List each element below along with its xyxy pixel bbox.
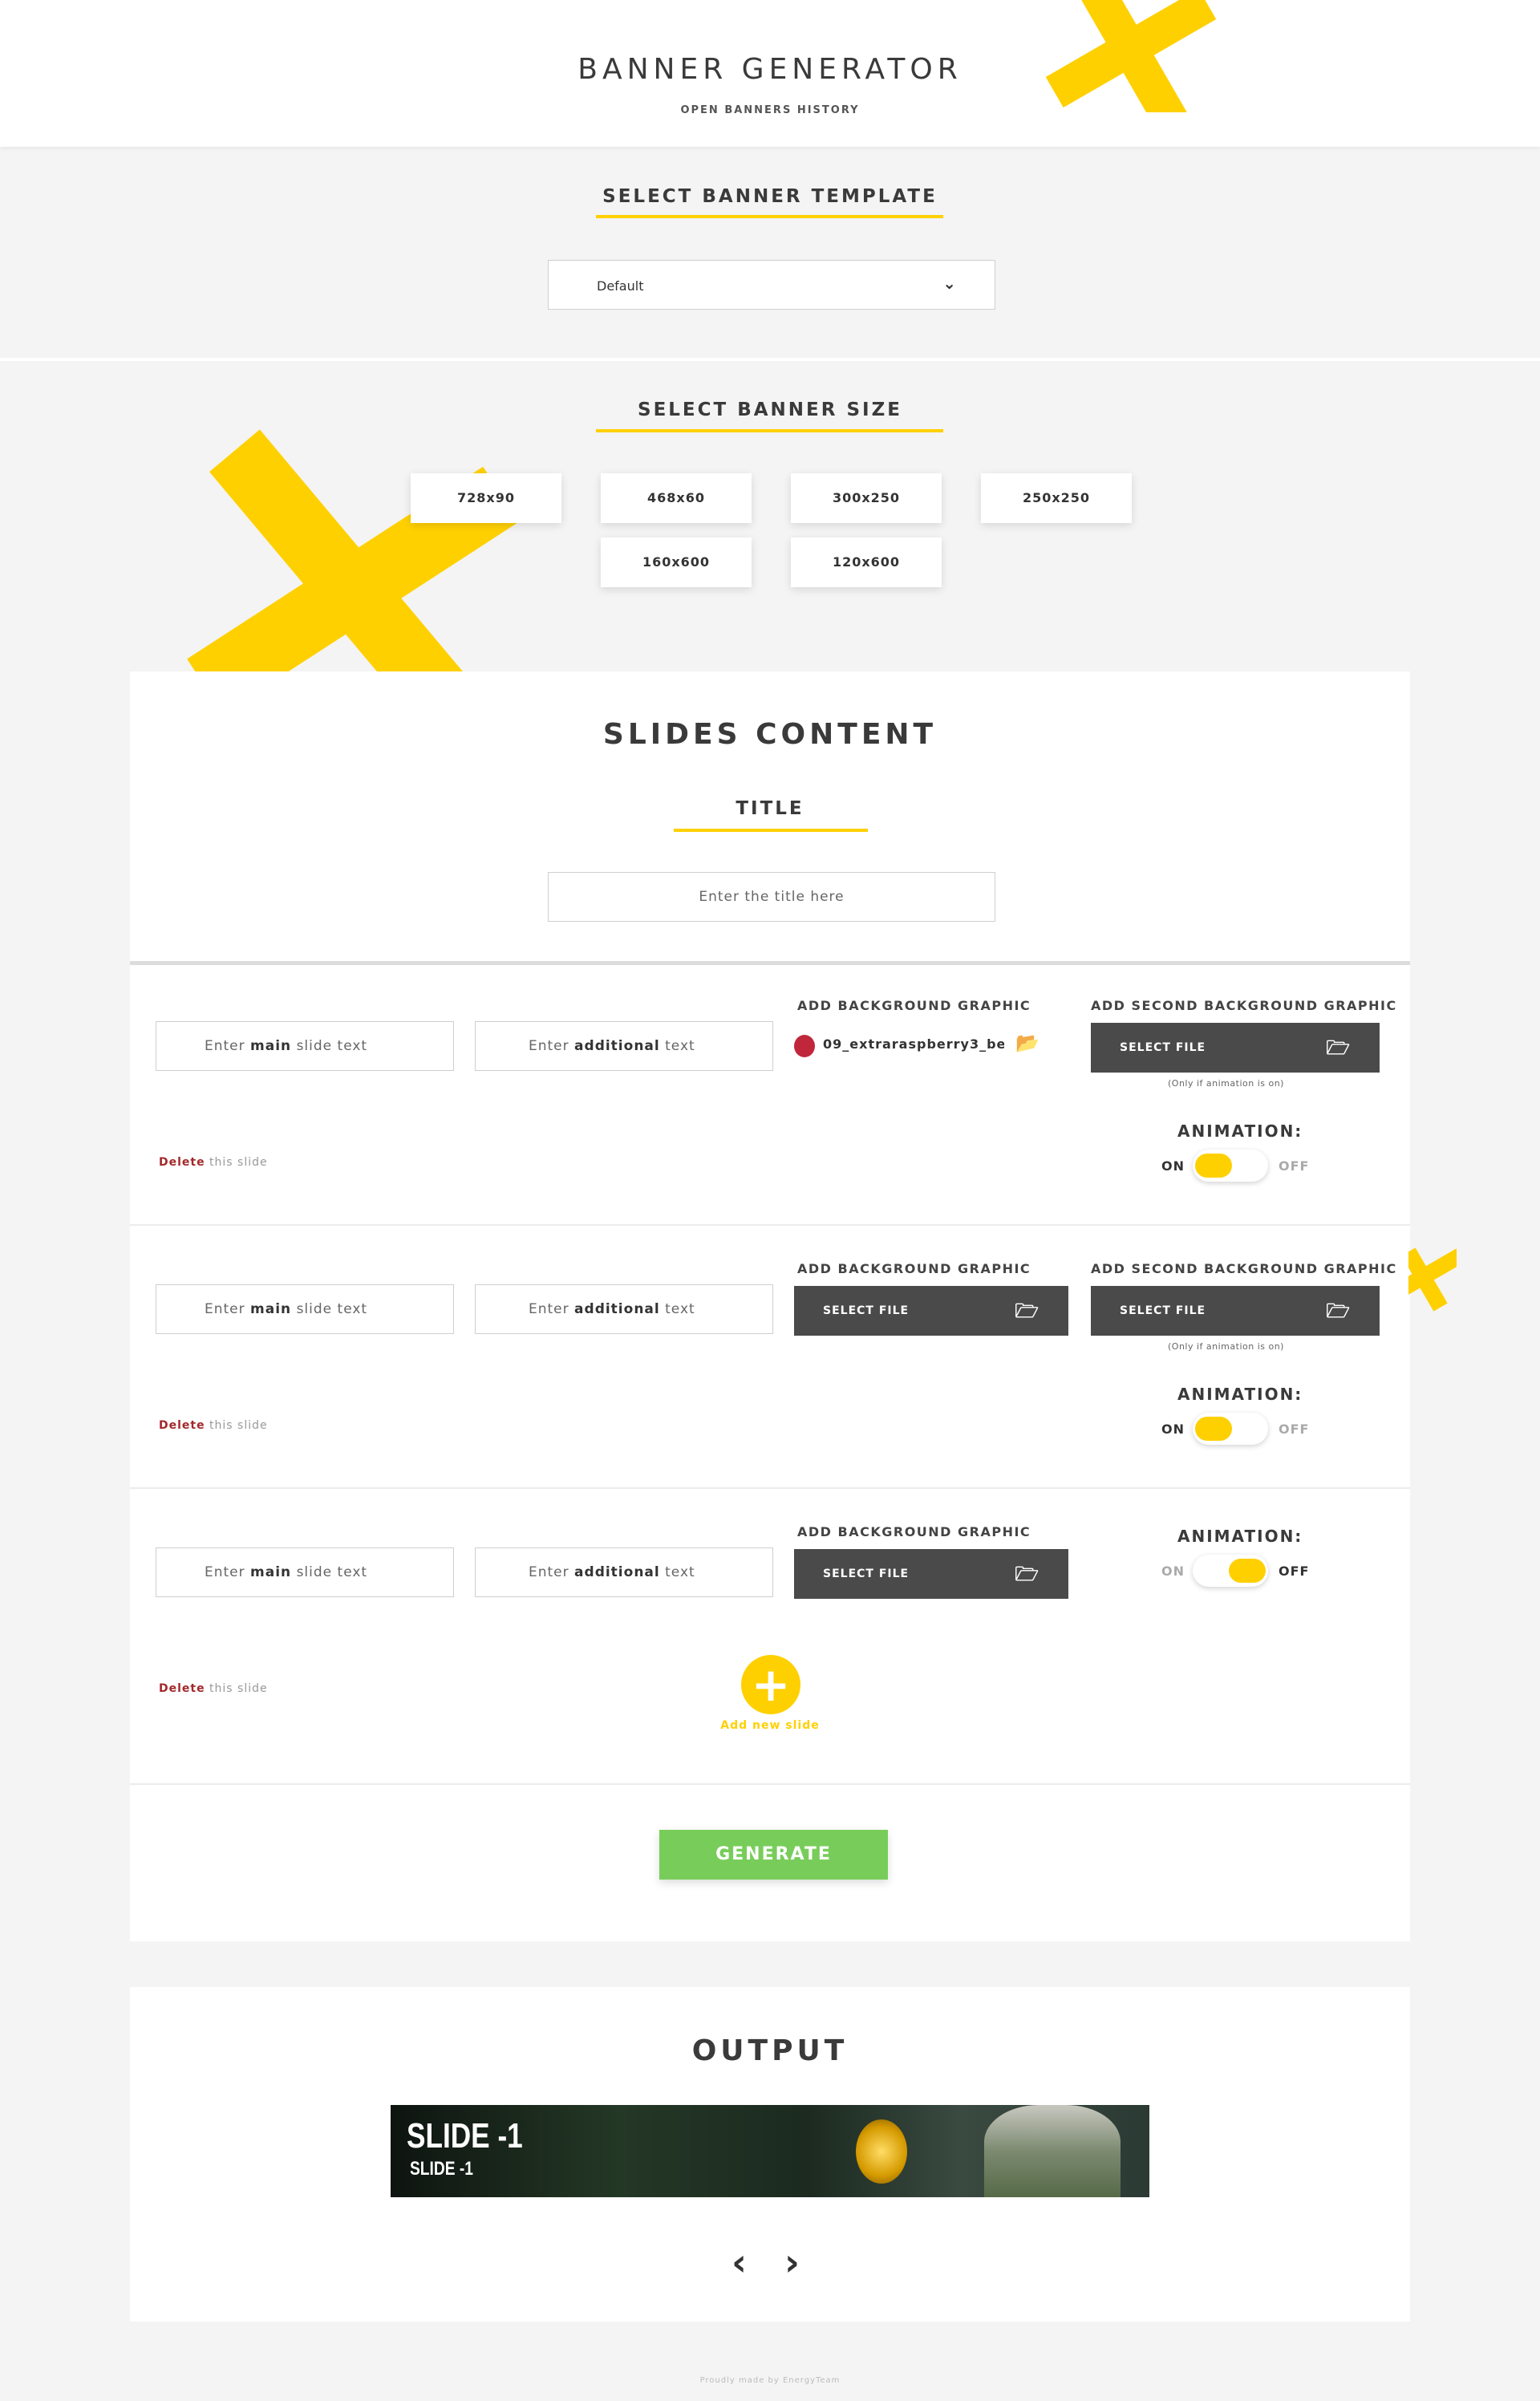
folder-icon: 🗁 bbox=[1326, 1036, 1351, 1059]
slide-divider bbox=[130, 1224, 1410, 1226]
slide-2-animation-label: ANIMATION: bbox=[1177, 1385, 1303, 1404]
header: BANNER GENERATOR OPEN BANNERS HISTORY bbox=[0, 0, 1540, 147]
size-option-250x250[interactable]: 250x250 bbox=[981, 473, 1132, 523]
size-option-120x600[interactable]: 120x600 bbox=[791, 537, 942, 587]
add-slide-label[interactable]: Add new slide bbox=[690, 1719, 850, 1732]
title-input[interactable]: Enter the title here bbox=[548, 872, 995, 922]
size-option-468x60[interactable]: 468x60 bbox=[601, 473, 752, 523]
slide-3-main-text-input[interactable]: Enter main slide text bbox=[156, 1547, 454, 1597]
app-title: BANNER GENERATOR bbox=[578, 53, 962, 86]
template-selected-value: Default bbox=[597, 278, 644, 294]
template-select[interactable]: Default ⌄ bbox=[548, 260, 995, 310]
slide-3-animation-off-label: OFF bbox=[1279, 1563, 1310, 1579]
folder-icon: 🗁 bbox=[1015, 1563, 1040, 1585]
output-banner-preview: SLIDE -1 SLIDE -1 bbox=[391, 2105, 1149, 2197]
banner-subtitle: SLIDE -1 bbox=[410, 2158, 473, 2180]
slide-1-second-bg-label: ADD SECOND BACKGROUND GRAPHIC bbox=[1091, 998, 1397, 1013]
size-option-300x250[interactable]: 300x250 bbox=[791, 473, 942, 523]
slide-2-bg-label: ADD BACKGROUND GRAPHIC bbox=[797, 1261, 1031, 1276]
slide-1-animation-label: ANIMATION: bbox=[1177, 1121, 1303, 1141]
decorative-cross-left bbox=[184, 429, 521, 671]
slide-2-animation-on-label: ON bbox=[1161, 1422, 1185, 1437]
slide-2-delete-link[interactable]: Delete this slide bbox=[159, 1419, 268, 1432]
folder-icon: 🗁 bbox=[1326, 1300, 1351, 1322]
title-heading: TITLE bbox=[736, 798, 804, 819]
slide-1-additional-text-input[interactable]: Enter additional text bbox=[475, 1021, 773, 1071]
slide-3-bg-label: ADD BACKGROUND GRAPHIC bbox=[797, 1524, 1031, 1539]
footer-credit: Proudly made by EnergyTeam bbox=[699, 2376, 841, 2385]
character-graphic bbox=[984, 2105, 1121, 2197]
add-slide-plus-icon[interactable]: + bbox=[741, 1655, 800, 1714]
slide-3-delete-link[interactable]: Delete this slide bbox=[159, 1682, 268, 1695]
slide-2-bg-select-file-button[interactable]: SELECT FILE 🗁 bbox=[794, 1286, 1068, 1336]
raspberry-thumbnail-icon bbox=[794, 1035, 815, 1057]
slide-1-bg-label: ADD BACKGROUND GRAPHIC bbox=[797, 998, 1031, 1013]
slide-2-second-bg-note: (Only if animation is on) bbox=[1168, 1341, 1284, 1352]
slides-content-heading: SLIDES CONTENT bbox=[602, 718, 938, 751]
slide-2-main-text-input[interactable]: Enter main slide text bbox=[156, 1284, 454, 1334]
section-divider bbox=[0, 358, 1540, 361]
slide-divider bbox=[130, 1487, 1410, 1489]
banner-title: SLIDE -1 bbox=[407, 2116, 523, 2156]
coin-graphic bbox=[856, 2119, 907, 2184]
slide-2-animation-off-label: OFF bbox=[1279, 1422, 1310, 1437]
size-heading: SELECT BANNER SIZE bbox=[638, 399, 902, 420]
slide-1-bg-filename: 09_extraraspberry3_berry.png bbox=[823, 1036, 1004, 1052]
folder-open-icon[interactable]: 📂 bbox=[1015, 1032, 1040, 1054]
folder-icon: 🗁 bbox=[1015, 1300, 1040, 1322]
slide-1-main-text-input[interactable]: Enter main slide text bbox=[156, 1021, 454, 1071]
slide-2-second-bg-select-file-button[interactable]: SELECT FILE 🗁 bbox=[1091, 1286, 1380, 1336]
output-heading: OUTPUT bbox=[691, 2034, 849, 2067]
slide-divider bbox=[130, 1783, 1410, 1785]
slide-1-delete-link[interactable]: Delete this slide bbox=[159, 1156, 268, 1169]
decorative-cross-right bbox=[1408, 1239, 1457, 1312]
prev-slide-arrow[interactable]: ‹ bbox=[732, 2244, 747, 2281]
slide-1-animation-on-label: ON bbox=[1161, 1158, 1185, 1174]
slide-1-second-bg-select-file-button[interactable]: SELECT FILE 🗁 bbox=[1091, 1023, 1380, 1073]
slide-1-animation-off-label: OFF bbox=[1279, 1158, 1310, 1174]
slide-3-animation-on-label: ON bbox=[1161, 1563, 1185, 1579]
chevron-down-icon: ⌄ bbox=[942, 274, 956, 293]
open-banners-history-link[interactable]: OPEN BANNERS HISTORY bbox=[0, 104, 1540, 116]
slide-3-animation-label: ANIMATION: bbox=[1177, 1527, 1303, 1546]
slide-2-additional-text-input[interactable]: Enter additional text bbox=[475, 1284, 773, 1334]
template-heading-underline bbox=[596, 215, 943, 218]
slide-3-additional-text-input[interactable]: Enter additional text bbox=[475, 1547, 773, 1597]
title-heading-underline bbox=[674, 829, 868, 832]
slide-1-second-bg-note: (Only if animation is on) bbox=[1168, 1078, 1284, 1089]
slide-3-animation-toggle[interactable] bbox=[1193, 1555, 1268, 1587]
next-slide-arrow[interactable]: › bbox=[784, 2244, 800, 2281]
size-heading-underline bbox=[596, 429, 943, 432]
slide-1-animation-toggle[interactable] bbox=[1193, 1150, 1268, 1182]
size-option-160x600[interactable]: 160x600 bbox=[601, 537, 752, 587]
slide-2-second-bg-label: ADD SECOND BACKGROUND GRAPHIC bbox=[1091, 1261, 1397, 1276]
size-option-728x90[interactable]: 728x90 bbox=[411, 473, 561, 523]
template-heading: SELECT BANNER TEMPLATE bbox=[602, 186, 938, 207]
slide-3-bg-select-file-button[interactable]: SELECT FILE 🗁 bbox=[794, 1549, 1068, 1599]
generate-button[interactable]: GENERATE bbox=[659, 1830, 888, 1880]
slides-top-divider bbox=[130, 961, 1410, 965]
slide-2-animation-toggle[interactable] bbox=[1193, 1413, 1268, 1445]
